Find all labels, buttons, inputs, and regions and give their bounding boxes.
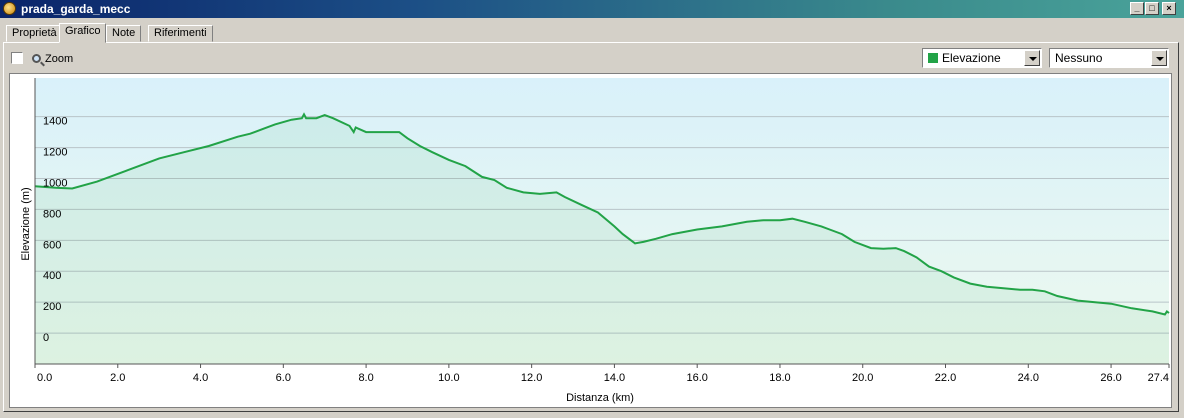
x-axis-label: Distanza (km) [566,392,634,404]
y-tick-label: 0 [43,332,49,344]
minimize-icon: _ [1134,3,1140,13]
tab-grafico[interactable]: Grafico [59,23,107,43]
zoom-checkbox[interactable] [11,52,23,64]
y-tick-label: 1200 [43,147,67,159]
chevron-down-icon[interactable] [1024,50,1040,66]
x-tick-label: 6.0 [276,372,291,384]
y-tick-label: 600 [43,239,61,251]
y-axis-label: Elevazione (m) [20,187,32,260]
x-tick-label: 22.0 [935,372,956,384]
x-tick-label: 0.0 [37,372,52,384]
window-title: prada_garda_mecc [21,2,131,16]
x-tick-label: 27.4 [1148,372,1169,384]
x-tick-label: 26.0 [1100,372,1121,384]
title-bar: prada_garda_mecc _ □ × [0,0,1184,18]
y-tick-label: 200 [43,301,61,313]
series-select[interactable]: Elevazione [922,48,1042,68]
x-tick-label: 8.0 [358,372,373,384]
close-button[interactable]: × [1162,2,1176,15]
elevation-chart: 0 200 400 600 800 1000 1200 1400 0.0 2.0 4.0 6.0 8.0… [20,78,1170,404]
magnifier-icon [32,54,41,63]
minimize-button[interactable]: _ [1130,2,1144,15]
y-tick-label: 800 [43,208,61,220]
y-tick-label: 400 [43,270,61,282]
secondary-select-value: Nessuno [1055,51,1103,65]
zoom-control[interactable]: Zoom [32,52,73,66]
x-tick-label: 16.0 [686,372,707,384]
x-tick-label: 4.0 [193,372,208,384]
x-tick-label: 10.0 [438,372,459,384]
x-tick-label: 14.0 [604,372,625,384]
x-tick-label: 18.0 [769,372,790,384]
secondary-select[interactable]: Nessuno [1049,48,1169,68]
series-color-swatch [928,53,938,63]
maximize-icon: □ [1149,3,1155,13]
x-tick-label: 12.0 [521,372,542,384]
series-select-value: Elevazione [942,51,1001,65]
y-tick-label: 1000 [43,177,67,189]
tab-riferimenti[interactable]: Riferimenti [148,25,213,42]
zoom-label: Zoom [45,53,74,65]
app-icon [3,2,16,15]
tab-proprieta[interactable]: Proprietà [6,25,63,42]
chevron-down-icon[interactable] [1151,50,1167,66]
chart-container: 0 200 400 600 800 1000 1200 1400 0.0 2.0 4.0 6.0 8.0… [9,73,1172,408]
x-tick-label: 20.0 [852,372,873,384]
maximize-button[interactable]: □ [1145,2,1159,15]
x-tick-label: 2.0 [110,372,125,384]
y-tick-label: 1400 [43,116,67,128]
tab-note[interactable]: Note [106,25,142,42]
close-icon: × [1166,3,1172,13]
x-tick-label: 24.0 [1018,372,1039,384]
